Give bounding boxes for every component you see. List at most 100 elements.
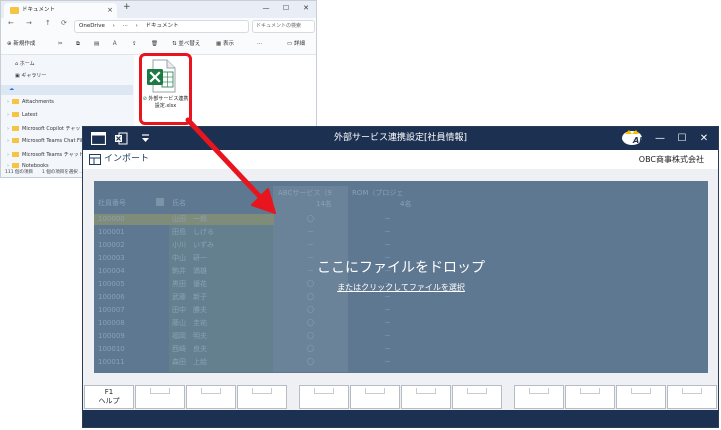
function-key-button[interactable] <box>401 385 451 409</box>
cell-abc: 〇 <box>307 319 314 327</box>
function-key-button[interactable] <box>667 385 717 409</box>
function-key-button[interactable] <box>565 385 615 409</box>
paste-icon[interactable]: ▤ <box>94 39 99 49</box>
cell-rom: － <box>384 228 391 236</box>
sidebar-item-folder[interactable]: › Latest <box>7 112 37 118</box>
cell-abc: 〇 <box>307 293 314 301</box>
sidebar-item-label: ギャラリー <box>21 73 47 79</box>
tab-close-icon[interactable]: × <box>107 3 113 18</box>
sidebar-item-onedrive[interactable]: ☁ <box>9 86 14 92</box>
cell-rom: － <box>384 358 391 366</box>
breadcrumb-documents[interactable]: ドキュメント <box>146 23 179 29</box>
sort-button[interactable]: ⇅ 並べ替え <box>172 39 200 49</box>
new-button-label: 新規作成 <box>13 41 36 47</box>
table-row: 100002 小川 いずみ － － <box>94 240 424 251</box>
more-options-icon[interactable]: ··· <box>257 39 262 49</box>
forward-icon[interactable]: → <box>26 19 32 27</box>
details-button[interactable]: ▭ 詳細 <box>287 39 305 49</box>
header-rom: ROM（プロジェ <box>352 189 404 197</box>
function-key-button[interactable] <box>237 385 287 409</box>
folder-icon <box>10 7 19 14</box>
header-abc-count: 14名 <box>316 200 332 208</box>
breadcrumb-more[interactable]: ··· <box>123 23 128 29</box>
company-name: OBC商事株式会社 <box>638 155 704 164</box>
cut-icon[interactable]: ✂ <box>58 39 63 49</box>
breadcrumb-separator: › <box>135 23 138 29</box>
breadcrumb-onedrive[interactable]: OneDrive <box>79 23 105 29</box>
new-button[interactable]: ⊕ 新規作成 <box>7 39 35 49</box>
sidebar-item-folder[interactable]: › Attachments <box>7 99 54 105</box>
explorer-toolbar: ⊕ 新規作成 ✂ ⧉ ▤ Ａ ⇪ 🗑 ⇅ 並べ替え ▦ 表示 ··· ▭ 詳細 <box>1 35 316 55</box>
cell-rom: － <box>384 215 391 223</box>
fkey-label: ヘルプ <box>98 397 120 405</box>
rename-icon[interactable]: Ａ <box>112 39 118 49</box>
function-key-button[interactable] <box>616 385 666 409</box>
cell-emp-no: 100009 <box>98 332 125 340</box>
function-key-button[interactable] <box>299 385 349 409</box>
header-rom-count: 4名 <box>400 200 412 208</box>
cell-rom: － <box>384 293 391 301</box>
function-key-button[interactable] <box>186 385 236 409</box>
view-button-label: 表示 <box>222 41 234 47</box>
file-name-text: 外部サービス連携設定.xlsx <box>148 96 189 109</box>
function-key-button[interactable] <box>135 385 185 409</box>
cell-emp-no: 100002 <box>98 241 125 249</box>
new-tab-button[interactable]: + <box>123 2 131 12</box>
delete-icon[interactable]: 🗑 <box>151 39 158 49</box>
cell-name: 福岡 明夫 <box>172 332 207 340</box>
cell-name: 山田 一郎 <box>172 215 207 223</box>
table-row: 100000 山田 一郎 〇 － <box>94 214 424 225</box>
close-button[interactable]: ✕ <box>299 1 313 16</box>
file-name-label[interactable]: ⊘ 外部サービス連携設定.xlsx <box>141 96 190 110</box>
fkey-number: F1 <box>104 388 114 396</box>
breadcrumb[interactable]: OneDrive › ··· › ドキュメント <box>74 20 249 33</box>
import-label[interactable]: インポート <box>104 153 149 166</box>
cell-rom: － <box>384 332 391 340</box>
select-file-link[interactable]: またはクリックしてファイルを選択 <box>94 282 708 293</box>
grid-header: 社員番号 氏名 ABCサービス（9 14名 ROM（プロジェ 4名 <box>94 186 424 214</box>
header-emp-no: 社員番号 <box>98 199 126 207</box>
table-row: 100011 森田 上絵 〇 － <box>94 357 424 368</box>
search-input[interactable]: ドキュメントの検索 <box>252 20 315 33</box>
f1-help-button[interactable]: F1 ヘルプ <box>84 385 134 409</box>
app-minimize-button[interactable]: — <box>649 127 671 150</box>
cell-abc: 〇 <box>307 306 314 314</box>
app-close-button[interactable]: ✕ <box>693 127 715 150</box>
function-key-bar: F1 ヘルプ <box>83 381 718 410</box>
explorer-address-bar: ← → ↑ ⟳ OneDrive › ··· › ドキュメント ドキュメントの検… <box>1 18 316 35</box>
sidebar-item-folder[interactable]: › Microsoft Teams Chat Files <box>7 138 88 144</box>
sidebar-item-label: Microsoft Teams Chat Files <box>22 138 88 144</box>
minimize-button[interactable]: — <box>259 1 273 16</box>
app-maximize-button[interactable]: ☐ <box>671 127 693 150</box>
cell-emp-no: 100008 <box>98 319 125 327</box>
excel-file-icon[interactable] <box>145 59 179 93</box>
sidebar-item-home[interactable]: ⌂ ホーム <box>15 60 35 67</box>
view-button[interactable]: ▦ 表示 <box>216 39 234 49</box>
cell-name: 西崎 良夫 <box>172 345 207 353</box>
cell-name: 武藤 新子 <box>172 293 207 301</box>
header-name: 氏名 <box>172 199 186 207</box>
app-titlebar: 外部サービス連携設定[社員情報] AI — ☐ ✕ <box>83 127 718 150</box>
sidebar-selected-highlight <box>1 85 133 95</box>
sidebar-item-gallery[interactable]: ▣ ギャラリー <box>15 72 46 79</box>
file-drop-zone[interactable]: 社員番号 氏名 ABCサービス（9 14名 ROM（プロジェ 4名 100000… <box>94 181 708 373</box>
function-key-button[interactable] <box>514 385 564 409</box>
back-icon[interactable]: ← <box>8 19 14 27</box>
refresh-icon[interactable]: ⟳ <box>61 19 67 27</box>
share-icon[interactable]: ⇪ <box>132 39 137 49</box>
cell-emp-no: 100011 <box>98 358 125 366</box>
table-row: 100001 田島 しげる － － <box>94 227 424 238</box>
up-icon[interactable]: ↑ <box>45 19 51 27</box>
cell-abc: 〇 <box>307 332 314 340</box>
import-icon[interactable] <box>89 154 101 165</box>
function-key-button[interactable] <box>350 385 400 409</box>
maximize-button[interactable]: ☐ <box>279 1 293 16</box>
cell-name: 藤山 圭祐 <box>172 319 207 327</box>
explorer-tab[interactable]: ドキュメント × <box>4 3 117 18</box>
copy-icon[interactable]: ⧉ <box>76 39 80 49</box>
cell-name: 森田 上絵 <box>172 358 207 366</box>
table-row: 100009 福岡 明夫 〇 － <box>94 331 424 342</box>
app-footer <box>83 410 718 427</box>
function-key-button[interactable] <box>452 385 502 409</box>
ai-badge-icon[interactable]: AI <box>620 129 646 148</box>
